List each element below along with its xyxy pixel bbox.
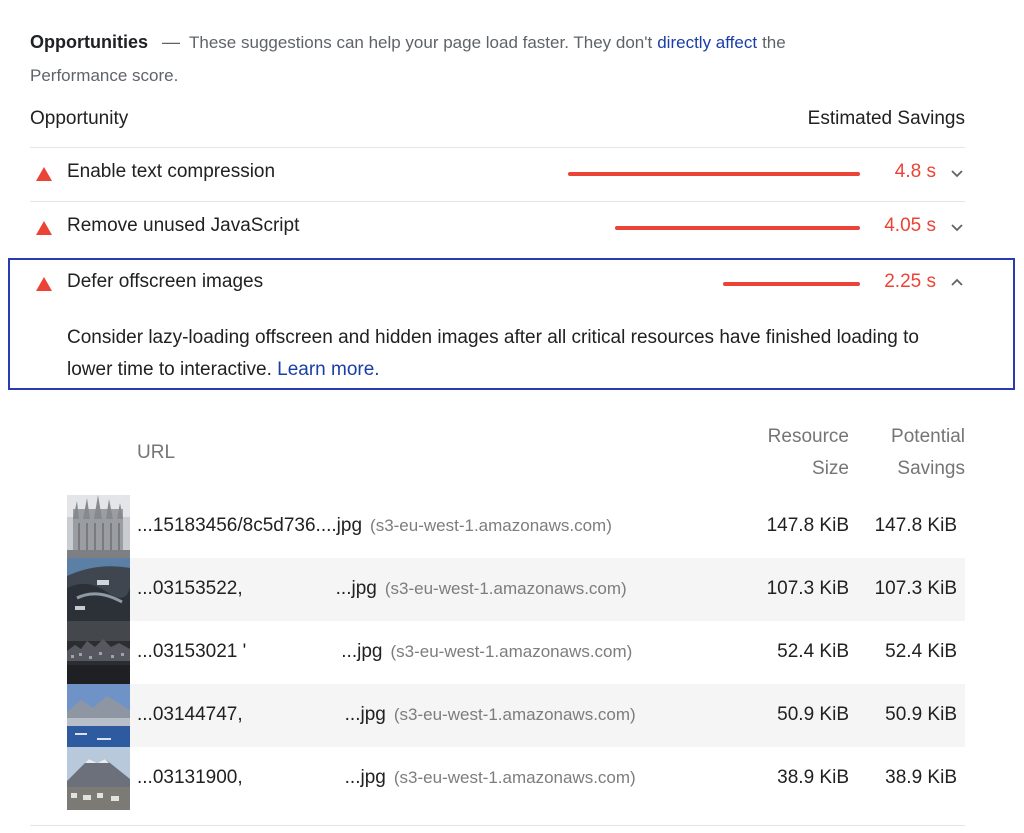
header-dash: —: [162, 32, 180, 52]
divider: [30, 825, 965, 826]
column-estimated-savings: Estimated Savings: [807, 108, 965, 129]
chevron-down-icon[interactable]: [949, 219, 965, 235]
learn-more-link[interactable]: Learn more.: [277, 359, 379, 380]
savings-value: 4.8 s: [894, 161, 936, 182]
section-header: Opportunities — These suggestions can hel…: [30, 26, 930, 92]
section-title: Opportunities: [30, 32, 148, 52]
resource-url: ...03153021 ' ...jpg (s3-eu-west-1.amazona…: [137, 641, 633, 662]
potential-savings: 107.3 KiB: [874, 578, 957, 599]
resource-url: ...15183456/8c5d736....jpg (s3-eu-west-1.…: [137, 515, 612, 536]
cathedral-thumbnail: [67, 495, 130, 558]
table-row[interactable]: ...03153021 ' ...jpg (s3-eu-west-1.amazona…: [67, 621, 965, 684]
url-column-header: URL: [137, 442, 176, 463]
harbor-thumbnail: [67, 558, 130, 621]
savings-bar: [723, 282, 860, 286]
potential-savings: 52.4 KiB: [885, 641, 957, 662]
resource-size: 52.4 KiB: [777, 641, 849, 662]
savings-value: 4.05 s: [884, 215, 936, 236]
audit-label: Defer offscreen images: [67, 271, 264, 292]
audit-description-text: Consider lazy-loading offscreen and hidd…: [67, 327, 919, 380]
table-row[interactable]: ...03144747, ...jpg (s3-eu-west-1.amazonaw…: [67, 684, 965, 747]
resource-url: ...03131900, ...jpg (s3-eu-west-1.amazonaw…: [137, 767, 636, 788]
city-night-thumbnail: [67, 621, 130, 684]
directly-affect-link[interactable]: directly affect: [657, 33, 757, 52]
table-row[interactable]: ...15183456/8c5d736....jpg (s3-eu-west-1.…: [67, 495, 965, 558]
warning-triangle-icon: [36, 221, 52, 235]
audit-remove-unused-javascript[interactable]: Remove unused JavaScript 4.05 s: [30, 202, 965, 255]
column-opportunity: Opportunity: [30, 108, 129, 129]
warning-triangle-icon: [36, 167, 52, 181]
volcano-thumbnail: [67, 747, 130, 810]
resource-url: ...03144747, ...jpg (s3-eu-west-1.amazonaw…: [137, 704, 636, 725]
potential-savings: 147.8 KiB: [874, 515, 957, 536]
audit-enable-text-compression[interactable]: Enable text compression 4.8 s: [30, 148, 965, 201]
resource-url: ...03153522, ...jpg (s3-eu-west-1.amazonaw…: [137, 578, 627, 599]
header-description: These suggestions can help your page loa…: [189, 33, 653, 52]
audit-defer-offscreen-images[interactable]: Defer offscreen images 2.25 s: [30, 258, 965, 311]
sea-mountain-thumbnail: [67, 684, 130, 747]
resource-size-header: Resource Size: [767, 426, 849, 479]
audit-label: Remove unused JavaScript: [67, 215, 300, 236]
resource-size: 147.8 KiB: [766, 515, 849, 536]
audit-description: Consider lazy-loading offscreen and hidd…: [67, 322, 947, 386]
warning-triangle-icon: [36, 277, 52, 291]
potential-savings: 38.9 KiB: [885, 767, 957, 788]
savings-value: 2.25 s: [884, 271, 936, 292]
table-row[interactable]: ...03153522, ...jpg (s3-eu-west-1.amazonaw…: [67, 558, 965, 621]
savings-bar: [615, 226, 860, 230]
header-line2: Performance score.: [30, 66, 179, 85]
potential-savings-header: Potential Savings: [891, 426, 965, 479]
resource-size: 38.9 KiB: [777, 767, 849, 788]
potential-savings: 50.9 KiB: [885, 704, 957, 725]
savings-bar: [568, 172, 860, 176]
header-suffix: the: [762, 33, 786, 52]
chevron-down-icon[interactable]: [949, 165, 965, 181]
resource-size: 50.9 KiB: [777, 704, 849, 725]
chevron-up-icon[interactable]: [949, 275, 965, 291]
audit-label: Enable text compression: [67, 161, 276, 182]
table-row[interactable]: ...03131900, ...jpg (s3-eu-west-1.amazonaw…: [67, 747, 965, 810]
resource-size: 107.3 KiB: [766, 578, 849, 599]
